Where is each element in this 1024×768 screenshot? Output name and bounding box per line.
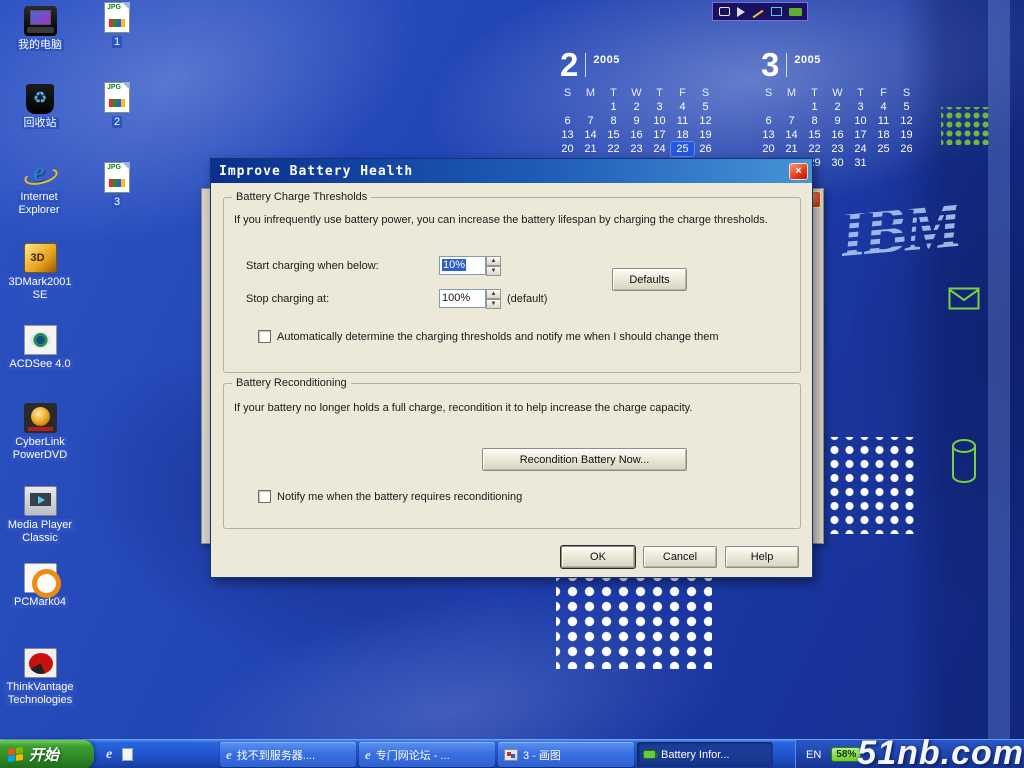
desktop-icon-label: ACDSee 4.0: [4, 358, 76, 371]
spin-down-icon[interactable]: ▼: [486, 299, 501, 309]
taskbar-task-button[interactable]: Battery Infor...: [637, 742, 773, 767]
pen-icon[interactable]: [753, 9, 764, 18]
desktop-icon-label: 2: [92, 116, 142, 129]
desktop-icon-label: 3DMark2001 SE: [4, 276, 76, 302]
task-button-label: Battery Infor...: [661, 749, 729, 761]
quick-launch: e: [100, 740, 139, 768]
desktop-icon-acdsee-40[interactable]: ACDSee 4.0: [4, 325, 76, 371]
language-indicator[interactable]: EN: [806, 749, 821, 761]
default-note: (default): [507, 293, 547, 305]
jpg-2-icon[interactable]: JPG: [104, 82, 130, 113]
pcmark04-icon[interactable]: [24, 563, 57, 593]
desktop-icon-label: 1: [92, 36, 142, 49]
group-legend: Battery Charge Thresholds: [232, 191, 371, 203]
defaults-button[interactable]: Defaults: [612, 268, 687, 291]
ie-icon: e: [226, 747, 232, 762]
notify-recondition-checkbox-label: Notify me when the battery requires reco…: [277, 491, 757, 503]
thinkvantage-technologies-icon[interactable]: [24, 648, 57, 678]
desktop-icon-label: CyberLink PowerDVD: [4, 436, 76, 462]
media-player-classic-icon[interactable]: [24, 486, 57, 516]
start-charging-label: Start charging when below:: [246, 260, 379, 272]
stop-charging-label: Stop charging at:: [246, 293, 329, 305]
desktop-icon-cyberlink-powerdvd[interactable]: CyberLink PowerDVD: [4, 403, 76, 462]
cyberlink-powerdvd-icon[interactable]: [24, 403, 57, 433]
task-button-label: 专门网论坛 - ...: [376, 747, 450, 763]
jpg-badge: JPG: [107, 84, 121, 91]
task-buttons: e 找不到服务器.... e 专门网论坛 - ... 3 - 画图 Battery Inf…: [220, 742, 773, 767]
desktop-icon-thinkvantage-technologies[interactable]: ThinkVantage Technologies: [0, 648, 80, 707]
auto-determine-checkbox[interactable]: [258, 330, 271, 343]
desktop-icon-jpg-1[interactable]: JPG 1: [92, 2, 142, 49]
recycle-bin-icon[interactable]: [26, 84, 54, 114]
task-button-label: 找不到服务器....: [237, 747, 315, 763]
desktop-icon-jpg-3[interactable]: JPG 3: [92, 162, 142, 209]
display-icon[interactable]: [771, 7, 782, 16]
start-label: 开始: [29, 744, 59, 765]
acdsee-40-icon[interactable]: [24, 325, 57, 355]
desktop-icon-my-computer[interactable]: 我的电脑: [8, 6, 72, 52]
keyboard-icon[interactable]: [789, 8, 802, 16]
recondition-battery-button[interactable]: Recondition Battery Now...: [482, 448, 687, 471]
desktop-icon-jpg-2[interactable]: JPG 2: [92, 82, 142, 129]
jpg-1-icon[interactable]: JPG: [104, 2, 130, 33]
desktop-icon-label: 回收站: [8, 117, 72, 130]
spin-down-icon[interactable]: ▼: [486, 266, 501, 276]
desktop-icon-label: 我的电脑: [8, 39, 72, 52]
task-button-label: 3 - 画图: [523, 747, 561, 763]
jpg-3-icon[interactable]: JPG: [104, 162, 130, 193]
desktop-icon-label: Media Player Classic: [4, 519, 76, 545]
internet-explorer-icon[interactable]: [23, 158, 56, 188]
battery-charge-thresholds-group: Battery Charge Thresholds If you infrequ…: [223, 197, 801, 373]
desktop-icon-label: ThinkVantage Technologies: [0, 681, 80, 707]
jpg-badge: JPG: [107, 164, 121, 171]
cancel-button[interactable]: Cancel: [643, 546, 717, 568]
spin-up-icon[interactable]: ▲: [486, 289, 501, 299]
spin-up-icon[interactable]: ▲: [486, 256, 501, 266]
help-button[interactable]: Help: [725, 546, 799, 568]
notify-recondition-checkbox[interactable]: [258, 490, 271, 503]
paint-icon: [504, 749, 518, 761]
volume-icon[interactable]: [737, 7, 745, 17]
ie-icon: e: [365, 747, 371, 762]
start-threshold-spinner[interactable]: 10% ▲ ▼: [439, 256, 501, 275]
thresholds-description: If you infrequently use battery power, y…: [234, 214, 790, 226]
stop-threshold-value[interactable]: 100%: [439, 289, 486, 308]
start-button[interactable]: 开始: [0, 740, 94, 768]
desktop-icon-media-player-classic[interactable]: Media Player Classic: [4, 486, 76, 545]
3dmark2001-se-icon[interactable]: [24, 243, 57, 273]
close-button[interactable]: ×: [789, 163, 808, 180]
group-legend: Battery Reconditioning: [232, 377, 351, 389]
auto-determine-checkbox-label: Automatically determine the charging thr…: [277, 331, 787, 343]
improve-battery-health-dialog: Improve Battery Health × Battery Charge …: [210, 158, 813, 578]
desktop-icon-3dmark2001-se[interactable]: 3DMark2001 SE: [4, 243, 76, 302]
desktop-icon-pcmark04[interactable]: PCMark04: [4, 563, 76, 609]
desktop-icon-label: Internet Explorer: [4, 191, 74, 217]
battery-reconditioning-group: Battery Reconditioning If your battery n…: [223, 383, 801, 529]
taskbar-task-button[interactable]: 3 - 画图: [498, 742, 634, 767]
dialog-title: Improve Battery Health: [219, 164, 413, 179]
dialog-titlebar[interactable]: Improve Battery Health ×: [211, 159, 812, 183]
battery-icon: [643, 750, 656, 759]
desktop: IBM 22005SMTWTFS123456789101112131415161…: [0, 0, 1024, 768]
reconditioning-description: If your battery no longer holds a full c…: [234, 402, 790, 414]
ok-button[interactable]: OK: [561, 546, 635, 568]
watermark: 51nb.com: [857, 734, 1024, 768]
taskbar-task-button[interactable]: e 找不到服务器....: [220, 742, 356, 767]
desktop-icon-label: PCMark04: [4, 596, 76, 609]
desktop-icon-internet-explorer[interactable]: Internet Explorer: [4, 158, 74, 217]
document-icon[interactable]: [122, 748, 133, 761]
internet-explorer-icon[interactable]: e: [106, 747, 112, 763]
stop-threshold-spinner[interactable]: 100% ▲ ▼: [439, 289, 501, 308]
desktop-icon-label: 3: [92, 196, 142, 209]
windows-logo-icon: [8, 747, 23, 762]
floating-toolbar[interactable]: [712, 2, 808, 21]
start-threshold-value[interactable]: 10%: [439, 256, 486, 275]
jpg-badge: JPG: [107, 4, 121, 11]
taskbar-task-button[interactable]: e 专门网论坛 - ...: [359, 742, 495, 767]
desktop-icon-recycle-bin[interactable]: 回收站: [8, 84, 72, 130]
my-computer-icon[interactable]: [24, 6, 57, 36]
phone-icon[interactable]: [719, 7, 730, 16]
